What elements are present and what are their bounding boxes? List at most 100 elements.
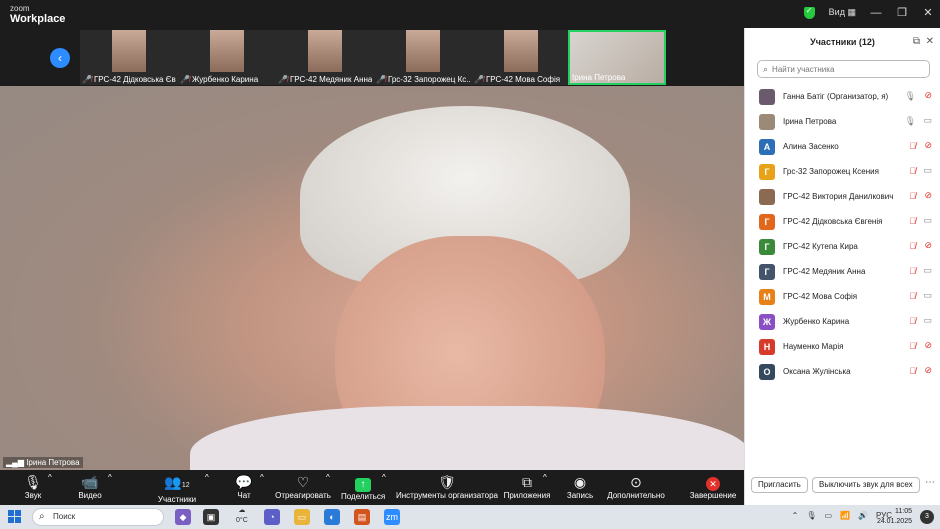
participant-row[interactable]: А Алина Засенко 🎙̸ ⊘ xyxy=(745,134,940,159)
host-tools-button[interactable]: 🛡 Инструменты организатора xyxy=(396,473,498,500)
mic-muted-icon[interactable]: 🎙̸ xyxy=(909,166,916,176)
battery-icon[interactable]: ▭ xyxy=(824,511,832,520)
participants-options-chevron-icon[interactable]: ^ xyxy=(205,473,209,482)
participant-row[interactable]: Г Грс-32 Запорожец Ксения 🎙̸ ▭ xyxy=(745,159,940,184)
audio-button[interactable]: 🎙 Звук xyxy=(22,473,44,500)
share-options-chevron-icon[interactable]: ^ xyxy=(382,473,386,482)
invite-button[interactable]: Пригласить xyxy=(751,477,808,493)
tray-mic-icon[interactable]: 🎙 xyxy=(806,511,816,520)
participant-row[interactable]: Г ГРС-42 Дідковська Євгенія 🎙̸ ▭ xyxy=(745,209,940,234)
chat-button[interactable]: 💬 Чат xyxy=(233,473,255,500)
thumbnail-tile[interactable]: 🎤̸ Грс-32 Запорожец Кс... xyxy=(374,30,472,85)
heart-icon: ♡ xyxy=(296,474,310,490)
end-meeting-button[interactable]: ✕ Завершение xyxy=(688,473,738,500)
taskbar-search[interactable]: Поиск xyxy=(32,508,164,526)
participant-row[interactable]: Ірина Петрова 🎙 ▭ xyxy=(745,109,940,134)
task-view-icon[interactable]: ▣ xyxy=(203,509,219,525)
thumbnail-tile[interactable]: 🎤̸ ГРС-42 Мова Софія xyxy=(472,30,570,85)
avatar: Г xyxy=(759,213,775,230)
volume-icon[interactable]: 🔊 xyxy=(858,511,868,520)
camera-icon[interactable]: ▭ xyxy=(923,315,932,326)
file-explorer-icon[interactable]: ▭ xyxy=(294,509,310,525)
video-options-chevron-icon[interactable]: ^ xyxy=(108,473,112,482)
participant-search-input[interactable] xyxy=(772,64,923,74)
more-button[interactable]: ⊙ Дополнительно xyxy=(606,473,666,500)
chat-options-chevron-icon[interactable]: ^ xyxy=(260,473,264,482)
react-options-chevron-icon[interactable]: ^ xyxy=(326,473,330,482)
participant-search[interactable]: ⌕ xyxy=(757,60,930,78)
wifi-icon[interactable]: 📶 xyxy=(840,511,850,520)
more-options-icon[interactable]: ⋯ xyxy=(925,477,935,488)
record-button[interactable]: ◉ Запись xyxy=(565,473,595,500)
camera-off-icon[interactable]: ⊘ xyxy=(924,90,932,101)
participant-row[interactable]: ГРС-42 Виктория Данилкович 🎙̸ ⊘ xyxy=(745,184,940,209)
participant-row[interactable]: Г ГРС-42 Медяник Анна 🎙̸ ▭ xyxy=(745,259,940,284)
participant-row[interactable]: Н Науменко Марія 🎙̸ ⊘ xyxy=(745,334,940,359)
mic-muted-icon[interactable]: 🎙̸ xyxy=(909,241,916,251)
microphone-icon[interactable]: 🎙 xyxy=(905,91,916,102)
weather-widget[interactable]: ☁ 0°C xyxy=(236,506,248,526)
mic-muted-icon[interactable]: 🎙̸ xyxy=(909,141,916,151)
widgets-icon[interactable]: ◆ xyxy=(175,509,191,525)
thumbnail-tile[interactable]: 🎤̸ ГРС-42 Медяник Анна xyxy=(276,30,374,85)
zoom-app-icon[interactable]: zm xyxy=(384,509,400,525)
office-app-icon[interactable]: ▤ xyxy=(354,509,370,525)
camera-icon[interactable]: ▭ xyxy=(923,290,932,301)
camera-icon[interactable]: ▭ xyxy=(923,265,932,276)
video-button[interactable]: 📹 Видео xyxy=(76,473,104,500)
chat-app-icon[interactable]: ◔ xyxy=(264,509,280,525)
video-camera-icon: 📹 xyxy=(81,474,99,490)
camera-off-icon[interactable]: ⊘ xyxy=(924,240,932,251)
camera-off-icon[interactable]: ⊘ xyxy=(924,190,932,201)
mic-muted-icon: 🎤̸ xyxy=(82,75,92,84)
apps-options-chevron-icon[interactable]: ^ xyxy=(543,473,547,482)
participant-row[interactable]: М ГРС-42 Мова Софія 🎙̸ ▭ xyxy=(745,284,940,309)
windows-start-icon[interactable] xyxy=(8,510,22,524)
mic-muted-icon[interactable]: 🎙̸ xyxy=(909,191,916,201)
camera-icon[interactable]: ▭ xyxy=(923,165,932,176)
title-bar: zoom Workplace Вид ▦ — ❐ ✕ xyxy=(0,0,940,28)
thumbnail-tile[interactable]: 🎤̸ Журбенко Карина xyxy=(178,30,276,85)
weather-temp: 0°C xyxy=(236,517,248,524)
mic-muted-icon[interactable]: 🎙̸ xyxy=(909,216,916,226)
mic-muted-icon[interactable]: 🎙̸ xyxy=(909,266,916,276)
participant-row[interactable]: Ж Журбенко Карина 🎙̸ ▭ xyxy=(745,309,940,334)
camera-icon[interactable]: ▭ xyxy=(923,215,932,226)
camera-off-icon[interactable]: ⊘ xyxy=(924,140,932,151)
close-panel-icon[interactable]: ✕ xyxy=(926,28,934,56)
react-button[interactable]: ♡ Отреагировать xyxy=(274,473,332,500)
avatar: Ж xyxy=(759,313,775,330)
camera-off-icon[interactable]: ⊘ xyxy=(924,365,932,376)
participant-name: Науменко Марія xyxy=(783,342,844,351)
encryption-shield-icon[interactable] xyxy=(803,6,815,19)
minimize-icon[interactable]: — xyxy=(870,7,882,19)
mic-muted-icon[interactable]: 🎙̸ xyxy=(909,316,916,326)
mic-muted-icon[interactable]: 🎙̸ xyxy=(909,366,916,376)
previous-page-button[interactable]: ‹ xyxy=(50,48,70,68)
taskbar-clock[interactable]: 11:05 24.01.2025 xyxy=(877,507,912,527)
close-icon[interactable]: ✕ xyxy=(922,6,934,19)
camera-off-icon[interactable]: ⊘ xyxy=(924,340,932,351)
mute-all-button[interactable]: Выключить звук для всех xyxy=(812,477,920,493)
mic-muted-icon[interactable]: 🎙̸ xyxy=(909,291,916,301)
participants-button[interactable]: 👥12 Участники xyxy=(156,473,198,504)
restore-icon[interactable]: ❐ xyxy=(896,6,908,19)
notification-badge[interactable]: 3 xyxy=(920,510,934,524)
audio-options-chevron-icon[interactable]: ^ xyxy=(48,473,52,482)
participant-row[interactable]: Ганна Батіг (Организатор, я) 🎙 ⊘ xyxy=(745,84,940,109)
participant-row[interactable]: Г ГРС-42 Кутепа Кира 🎙̸ ⊘ xyxy=(745,234,940,259)
view-menu[interactable]: Вид ▦ xyxy=(829,7,856,18)
popout-icon[interactable]: ⧉ xyxy=(913,28,920,56)
tray-chevron-icon[interactable]: ⌃ xyxy=(792,511,799,520)
participant-name: Алина Засенко xyxy=(783,142,839,151)
mic-muted-icon[interactable]: 🎙̸ xyxy=(909,341,916,351)
camera-icon[interactable]: ▭ xyxy=(923,115,932,126)
participant-row[interactable]: О Оксана Жулінська 🎙̸ ⊘ xyxy=(745,359,940,384)
clock-time: 11:05 xyxy=(895,508,912,515)
thumbnail-tile-active-speaker[interactable]: Ірина Петрова xyxy=(568,30,666,85)
microphone-icon[interactable]: 🎙 xyxy=(905,116,916,127)
edge-browser-icon[interactable]: ◐ xyxy=(324,509,340,525)
thumbnail-tile[interactable]: 🎤̸ ГРС-42 Дідковська Єв... xyxy=(80,30,178,85)
participants-count: 12 xyxy=(181,482,190,489)
share-button[interactable]: ↑ Поделиться xyxy=(341,473,385,501)
